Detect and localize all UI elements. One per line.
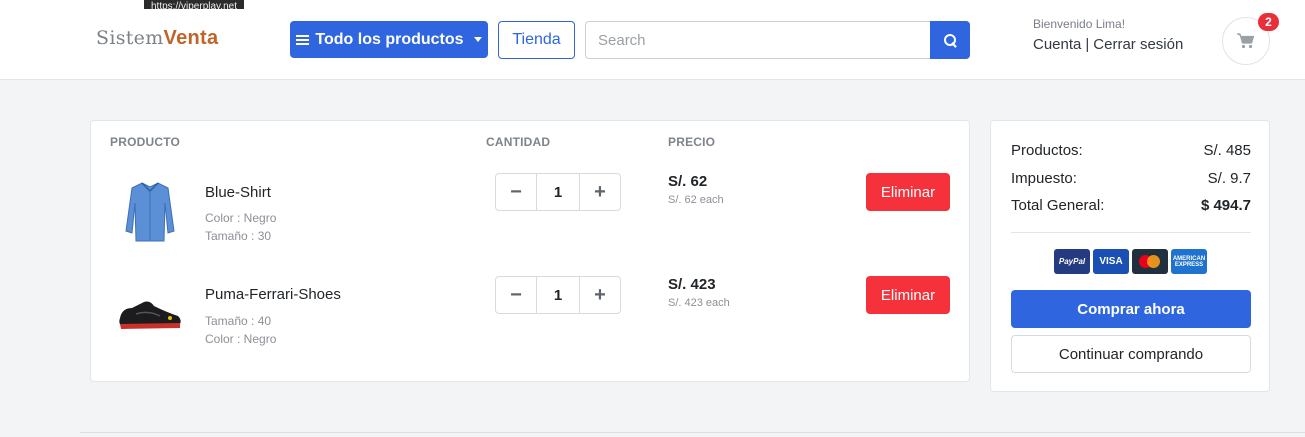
visa-icon: VISA [1093, 249, 1129, 274]
product-meta-1: Tamaño : 40 [205, 314, 272, 328]
cart-items-card: PRODUCTO CANTIDAD PRECIO Blue-Shirt Colo… [90, 120, 970, 382]
item-unit-price: S/. 423 each [668, 297, 730, 309]
link-separator: | [1085, 36, 1090, 53]
summary-total-label: Total General: [1011, 197, 1105, 214]
item-price: S/. 423 [668, 276, 716, 293]
mastercard-icon [1132, 249, 1168, 274]
quantity-value[interactable]: 1 [537, 173, 579, 211]
summary-tax-line: Impuesto: S/. 9.7 [1011, 170, 1251, 187]
continue-shopping-button[interactable]: Continuar comprando [1011, 335, 1251, 373]
summary-total-value: $ 494.7 [1200, 197, 1251, 214]
product-meta-1: Color : Negro [205, 211, 277, 225]
account-link[interactable]: Cuenta [1033, 36, 1081, 53]
cart-row: Puma-Ferrari-Shoes Tamaño : 40 Color : N… [91, 272, 969, 372]
decrease-quantity-button[interactable]: − [495, 173, 537, 211]
top-navbar: SistemVenta Todo los productos Tienda Bi… [0, 0, 1305, 80]
delete-item-button[interactable]: Eliminar [866, 276, 950, 314]
header-product: PRODUCTO [110, 135, 181, 149]
footer-divider [80, 432, 1305, 433]
paypal-icon: PayPal [1054, 249, 1090, 274]
header-price: PRECIO [668, 135, 716, 149]
logo-text-part1: Sistem [96, 27, 164, 49]
summary-total-line: Total General: $ 494.7 [1011, 197, 1251, 214]
shoe-icon [115, 277, 185, 347]
item-unit-price: S/. 62 each [668, 194, 724, 206]
shirt-icon [115, 177, 185, 247]
quantity-stepper: − 1 + [495, 276, 621, 314]
search-button[interactable] [930, 21, 970, 59]
decrease-quantity-button[interactable]: − [495, 276, 537, 314]
quantity-stepper: − 1 + [495, 173, 621, 211]
cart-row: Blue-Shirt Color : Negro Tamaño : 30 − 1… [91, 169, 969, 269]
order-summary-card: Productos: S/. 485 Impuesto: S/. 9.7 Tot… [990, 120, 1270, 392]
increase-quantity-button[interactable]: + [579, 276, 621, 314]
header-quantity: CANTIDAD [486, 135, 551, 149]
buy-now-button[interactable]: Comprar ahora [1011, 290, 1251, 328]
item-price: S/. 62 [668, 173, 708, 190]
product-meta-2: Color : Negro [205, 332, 277, 346]
all-products-label: Todo los productos [315, 30, 464, 48]
search-icon [943, 33, 957, 47]
summary-divider [1011, 232, 1251, 233]
summary-products-value: S/. 485 [1203, 142, 1251, 159]
caret-down-icon [473, 37, 482, 42]
logout-link[interactable]: Cerrar sesión [1093, 36, 1183, 53]
search-input[interactable] [585, 21, 931, 59]
cart-count-badge: 2 [1258, 13, 1279, 31]
summary-products-line: Productos: S/. 485 [1011, 142, 1251, 159]
account-links: Cuenta | Cerrar sesión [1033, 36, 1183, 53]
brand-logo[interactable]: SistemVenta [96, 27, 218, 50]
url-tooltip: https://viperplay.net [144, 0, 244, 9]
payment-methods: PayPal VISA AMERICAN EXPRESS [1054, 249, 1207, 274]
welcome-text: Bienvenido Lima! [1033, 17, 1126, 31]
product-name[interactable]: Blue-Shirt [205, 184, 271, 201]
delete-item-button[interactable]: Eliminar [866, 173, 950, 211]
cart-icon [1237, 33, 1255, 49]
quantity-value[interactable]: 1 [537, 276, 579, 314]
summary-tax-value: S/. 9.7 [1207, 170, 1251, 187]
summary-tax-label: Impuesto: [1011, 170, 1077, 187]
product-meta-2: Tamaño : 30 [205, 229, 272, 243]
logo-text-part2: Venta [163, 27, 219, 49]
increase-quantity-button[interactable]: + [579, 173, 621, 211]
menu-bars-icon [296, 34, 310, 45]
summary-products-label: Productos: [1011, 142, 1083, 159]
all-products-dropdown-button[interactable]: Todo los productos [290, 21, 488, 58]
amex-icon: AMERICAN EXPRESS [1171, 249, 1207, 274]
tienda-button[interactable]: Tienda [498, 21, 575, 59]
product-name[interactable]: Puma-Ferrari-Shoes [205, 286, 341, 303]
